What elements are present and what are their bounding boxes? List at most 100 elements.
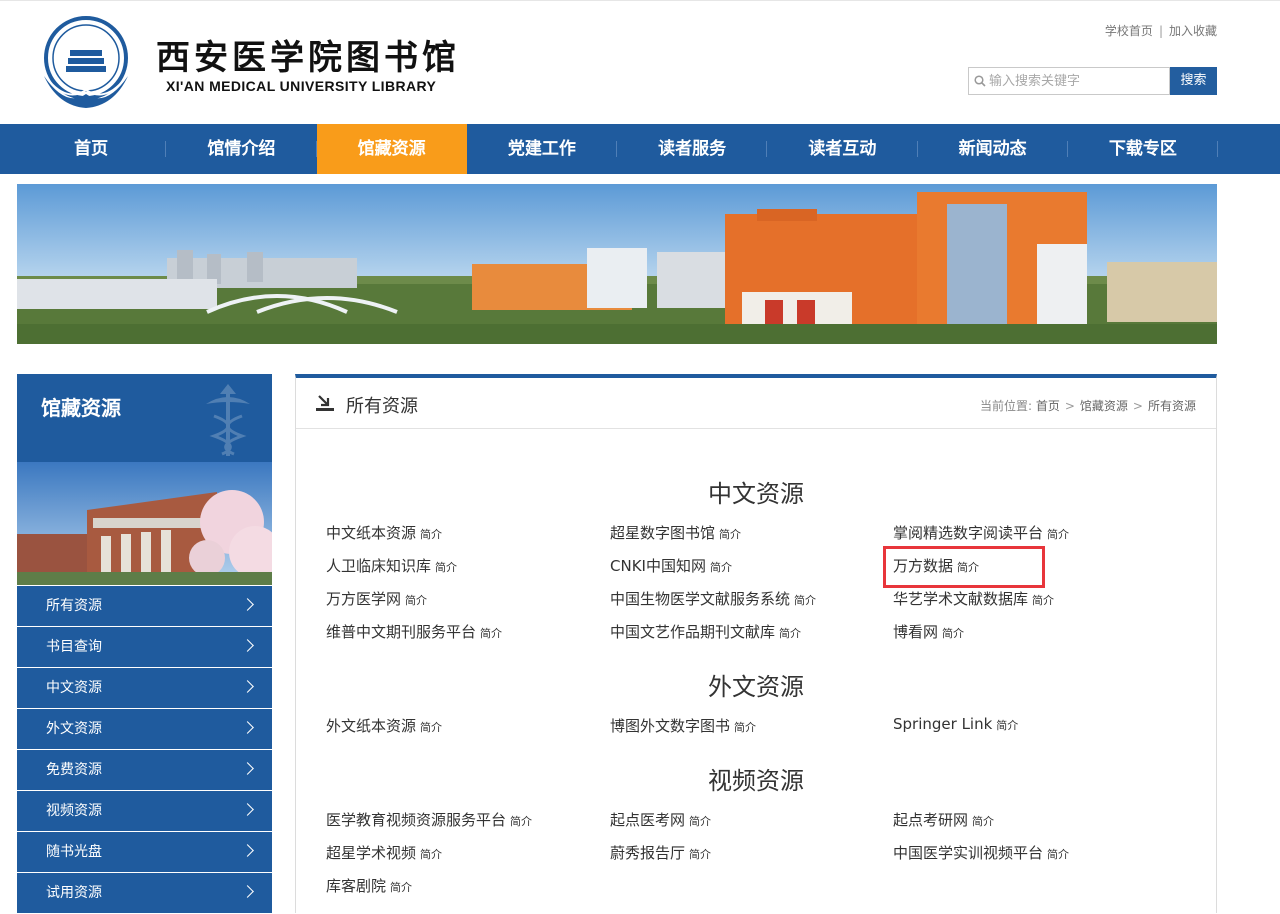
brief-link[interactable]: 简介: [779, 627, 801, 640]
resource-link[interactable]: 起点考研网 简介: [893, 809, 994, 830]
chevron-right-icon: [241, 803, 254, 816]
nav-downloads[interactable]: 下载专区: [1068, 124, 1218, 174]
brief-link[interactable]: 简介: [1047, 528, 1069, 541]
brief-link[interactable]: 简介: [942, 627, 964, 640]
sidebar-header: 馆藏资源: [17, 374, 272, 462]
resource-name: 中文纸本资源: [326, 524, 417, 542]
resource-link[interactable]: 超星数字图书馆 简介: [610, 522, 741, 543]
resource-name: 起点考研网: [893, 811, 969, 829]
brief-link[interactable]: 简介: [420, 528, 442, 541]
search-bar: 搜索: [968, 67, 1217, 95]
search-input[interactable]: [989, 70, 1167, 92]
brief-link[interactable]: 简介: [734, 721, 756, 734]
resource-link[interactable]: 中国文艺作品期刊文献库 简介: [610, 621, 801, 642]
sidebar-item-catalog-search[interactable]: 书目查询: [17, 627, 272, 667]
nav-collections[interactable]: 馆藏资源: [316, 124, 467, 174]
brief-link[interactable]: 简介: [689, 848, 711, 861]
brief-link[interactable]: 简介: [420, 848, 442, 861]
chevron-right-icon: [241, 639, 254, 652]
search-icon: [974, 75, 986, 87]
brief-link[interactable]: 简介: [996, 719, 1018, 732]
breadcrumb-home[interactable]: 首页: [1036, 399, 1060, 413]
resource-name: 起点医考网: [610, 811, 686, 829]
nav-home[interactable]: 首页: [16, 124, 167, 174]
brief-link[interactable]: 简介: [719, 528, 741, 541]
school-home-link[interactable]: 学校首页: [1105, 24, 1153, 38]
resource-name: 人卫临床知识库: [326, 557, 432, 575]
chevron-right-icon: [241, 885, 254, 898]
brief-link[interactable]: 简介: [405, 594, 427, 607]
arrow-corner-icon: [316, 395, 334, 411]
chevron-right-icon: [241, 844, 254, 857]
resource-name: 维普中文期刊服务平台: [326, 623, 477, 641]
search-button[interactable]: 搜索: [1170, 67, 1217, 95]
brief-link[interactable]: 简介: [480, 627, 502, 640]
resource-name: 医学教育视频资源服务平台: [326, 811, 507, 829]
brief-link[interactable]: 简介: [510, 815, 532, 828]
brief-link[interactable]: 简介: [794, 594, 816, 607]
resource-link[interactable]: 蔚秀报告厅 简介: [610, 842, 711, 863]
resource-link[interactable]: 博看网 简介: [893, 621, 964, 642]
resource-link[interactable]: CNKI中国知网 简介: [610, 555, 732, 576]
brief-link[interactable]: 简介: [1047, 848, 1069, 861]
panel-header: 所有资源 当前位置: 首页 > 馆藏资源 > 所有资源: [296, 378, 1216, 429]
main-nav: 首页 馆情介绍 馆藏资源 党建工作 读者服务 读者互动 新闻动态 下载专区: [0, 124, 1280, 174]
nav-library-intro[interactable]: 馆情介绍: [166, 124, 317, 174]
resource-link[interactable]: 博图外文数字图书 简介: [610, 715, 756, 736]
resource-link[interactable]: 掌阅精选数字阅读平台 简介: [893, 522, 1069, 543]
resource-link[interactable]: 万方医学网 简介: [326, 588, 427, 609]
resource-link[interactable]: Springer Link 简介: [893, 715, 1018, 733]
resource-link[interactable]: 库客剧院 简介: [326, 875, 412, 896]
brief-link[interactable]: 简介: [1032, 594, 1054, 607]
campus-banner-image: [17, 184, 1217, 344]
resource-link[interactable]: 外文纸本资源 简介: [326, 715, 442, 736]
brief-link[interactable]: 简介: [710, 561, 732, 574]
breadcrumb-all-resources[interactable]: 所有资源: [1148, 399, 1196, 413]
nav-label: 下载专区: [1108, 139, 1177, 159]
sidebar-item-trial-resources[interactable]: 试用资源: [17, 873, 272, 913]
brief-link[interactable]: 简介: [435, 561, 457, 574]
sidebar-item-all-resources[interactable]: 所有资源: [17, 586, 272, 626]
resource-name: 中国医学实训视频平台: [893, 844, 1044, 862]
breadcrumb-label: 当前位置:: [979, 399, 1032, 413]
sidebar-item-chinese-resources[interactable]: 中文资源: [17, 668, 272, 708]
resource-name: 博看网: [893, 623, 939, 641]
brief-link[interactable]: 简介: [972, 815, 994, 828]
chevron-right-icon: [241, 762, 254, 775]
breadcrumb-collections[interactable]: 馆藏资源: [1080, 399, 1128, 413]
brief-link[interactable]: 简介: [390, 881, 412, 894]
resource-link[interactable]: 起点医考网 简介: [610, 809, 711, 830]
breadcrumb: 当前位置: 首页 > 馆藏资源 > 所有资源: [980, 397, 1196, 414]
add-favorite-link[interactable]: 加入收藏: [1169, 24, 1217, 38]
nav-news[interactable]: 新闻动态: [918, 124, 1068, 174]
nav-party-work[interactable]: 党建工作: [467, 124, 617, 174]
sidebar-item-label: 视频资源: [46, 803, 102, 819]
content-panel: 所有资源 当前位置: 首页 > 馆藏资源 > 所有资源: [295, 374, 1217, 913]
resource-name: 蔚秀报告厅: [610, 844, 686, 862]
resource-link[interactable]: 中国医学实训视频平台 简介: [893, 842, 1069, 863]
resource-link[interactable]: 华艺学术文献数据库 简介: [893, 588, 1054, 609]
resource-name: 超星学术视频: [326, 844, 417, 862]
sidebar-item-free-resources[interactable]: 免费资源: [17, 750, 272, 790]
sidebar-item-label: 外文资源: [46, 721, 102, 737]
resource-link[interactable]: 中国生物医学文献服务系统 简介: [610, 588, 816, 609]
nav-reader-interaction[interactable]: 读者互动: [767, 124, 918, 174]
resource-link[interactable]: 超星学术视频 简介: [326, 842, 442, 863]
brief-link[interactable]: 简介: [420, 721, 442, 734]
resource-link[interactable]: 维普中文期刊服务平台 简介: [326, 621, 502, 642]
panel-title: 所有资源: [346, 396, 418, 417]
resource-name: 掌阅精选数字阅读平台: [893, 524, 1044, 542]
resource-link[interactable]: 人卫临床知识库 简介: [326, 555, 457, 576]
sidebar-item-video-resources[interactable]: 视频资源: [17, 791, 272, 831]
nav-reader-services[interactable]: 读者服务: [617, 124, 768, 174]
sidebar-item-foreign-resources[interactable]: 外文资源: [17, 709, 272, 749]
chevron-right-icon: [241, 598, 254, 611]
resource-link[interactable]: 中文纸本资源 简介: [326, 522, 442, 543]
resource-link[interactable]: 医学教育视频资源服务平台 简介: [326, 809, 532, 830]
section-title-chinese: 中文资源: [708, 480, 804, 508]
sidebar-item-book-cd[interactable]: 随书光盘: [17, 832, 272, 872]
sidebar-title: 馆藏资源: [41, 396, 121, 420]
logo-english-name: XI'AN MEDICAL UNIVERSITY LIBRARY: [166, 78, 437, 94]
brief-link[interactable]: 简介: [689, 815, 711, 828]
breadcrumb-separator: >: [1064, 399, 1075, 413]
